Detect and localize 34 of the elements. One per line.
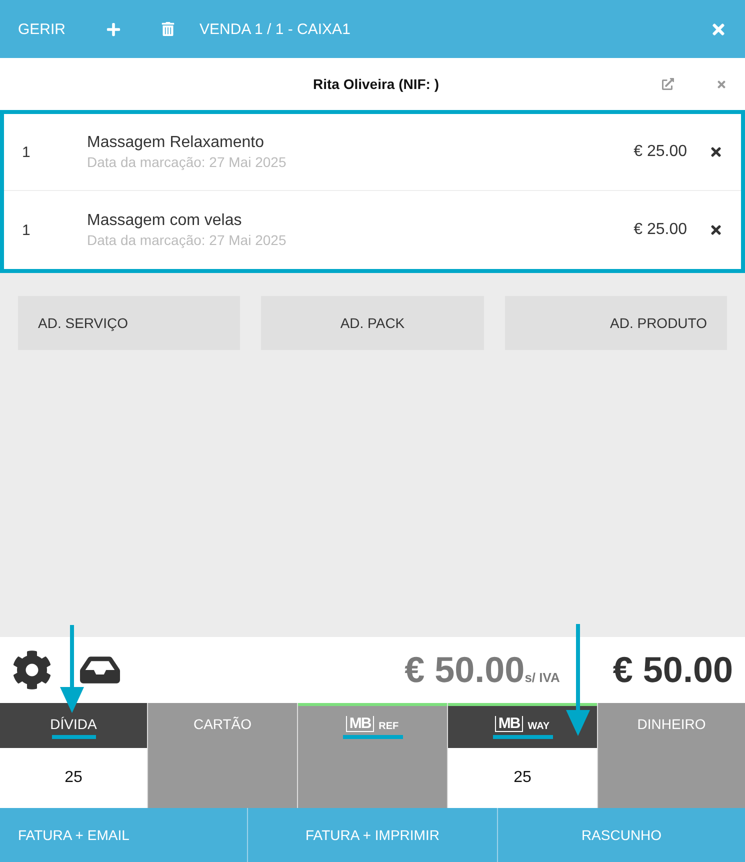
item-name: Massagem Relaxamento — [87, 134, 264, 152]
item-quantity: 1 — [22, 222, 32, 238]
item-date: Data da marcação: 27 Mai 2025 — [87, 232, 286, 248]
sale-title: VENDA 1 / 1 - CAIXA1 — [200, 20, 352, 38]
net-label: s/ IVA — [524, 670, 560, 684]
item-name: Massagem com velas — [87, 212, 242, 230]
payment-amount: 25 — [448, 748, 597, 808]
close-icon[interactable] — [710, 20, 727, 38]
trash-icon[interactable] — [160, 22, 175, 36]
remove-icon[interactable] — [709, 223, 723, 237]
payment-tab[interactable]: MB WAY — [448, 703, 597, 748]
add-button[interactable]: AD. SERVIÇO — [18, 296, 240, 350]
grand-total: € 50.00 — [612, 649, 733, 691]
external-link-icon[interactable] — [662, 78, 674, 90]
item-date: Data da marcação: 27 Mai 2025 — [87, 154, 286, 170]
footer-button[interactable]: FATURA + EMAIL — [0, 808, 247, 862]
add-icon[interactable] — [106, 22, 121, 36]
client-name: Rita Oliveira (NIF: ) — [312, 76, 440, 92]
item-quantity: 1 — [22, 144, 32, 160]
add-button[interactable]: AD. PACK — [261, 296, 484, 350]
remove-icon[interactable] — [709, 145, 723, 159]
payment-amount: 25 — [0, 748, 147, 808]
manage-button[interactable]: GERIR — [18, 20, 66, 38]
add-button[interactable]: AD. PRODUTO — [504, 296, 727, 350]
arrow-icon — [60, 625, 84, 713]
arrow-icon — [566, 624, 590, 736]
item-price: € 25.00 — [634, 143, 687, 161]
item-price: € 25.00 — [634, 221, 687, 239]
footer-button[interactable]: FATURA + IMPRIMIR — [247, 808, 497, 862]
net-total: € 50.00 — [404, 649, 525, 691]
settings-icon[interactable] — [12, 650, 52, 690]
footer-button[interactable]: RASCUNHO — [497, 808, 745, 862]
close-icon[interactable] — [716, 78, 727, 90]
payment-tab[interactable]: DÍVIDA — [0, 703, 147, 748]
